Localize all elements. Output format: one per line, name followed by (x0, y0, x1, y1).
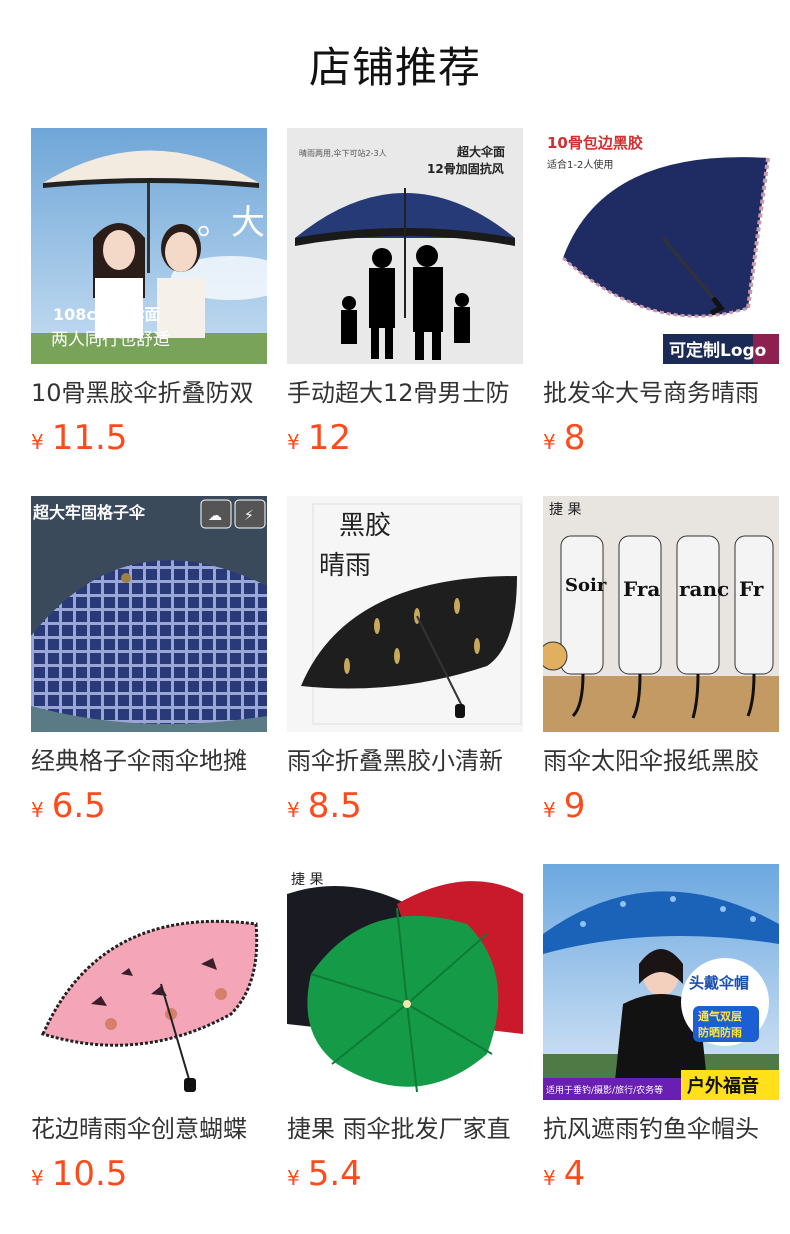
image-caption: 适合1-2人使用 (547, 158, 613, 171)
svg-text:☁: ☁ (208, 508, 222, 524)
product-card[interactable]: 晴雨两用,伞下可站2-3人 超大伞面 12骨加固抗风 手动超大12骨男士防 ¥ … (287, 128, 523, 458)
brand-logo: 捷 果 (549, 502, 581, 518)
image-caption: 。大 (197, 203, 265, 243)
image-caption: 超大牢固格子伞 (32, 503, 146, 522)
product-image[interactable]: 晴雨两用,伞下可站2-3人 超大伞面 12骨加固抗风 (287, 128, 523, 364)
product-card[interactable]: 花边晴雨伞创意蝴蝶 ¥ 10.5 (31, 864, 267, 1194)
product-price: ¥ 5.4 (287, 1154, 523, 1194)
image-caption: 户外福音 (687, 1075, 759, 1097)
brand-logo: 捷 果 (291, 872, 323, 888)
svg-text:⚡: ⚡ (244, 508, 254, 524)
product-price: ¥ 8 (543, 418, 779, 458)
product-card[interactable]: ☁ ⚡ 超大牢固格子伞 经典格子伞雨伞地摊 ¥ 6.5 (31, 496, 267, 826)
price-value: 9 (563, 786, 586, 826)
product-name[interactable]: 雨伞太阳伞报纸黑胶 (543, 746, 779, 776)
product-name[interactable]: 抗风遮雨钓鱼伞帽头 (543, 1114, 779, 1144)
currency-symbol: ¥ (543, 798, 556, 822)
product-name[interactable]: 批发伞大号商务晴雨 (543, 378, 779, 408)
product-image[interactable]: Soir Fra ranc Fr 捷 果 (543, 496, 779, 732)
product-price: ¥ 8.5 (287, 786, 523, 826)
product-card[interactable]: 10骨包边黑胶 适合1-2人使用 可定制Logo 批发伞大号商务晴雨 ¥ 8 (543, 128, 779, 458)
price-value: 4 (563, 1154, 586, 1194)
currency-symbol: ¥ (287, 798, 300, 822)
product-price: ¥ 4 (543, 1154, 779, 1194)
currency-symbol: ¥ (287, 1166, 300, 1190)
product-card[interactable]: 捷 果 捷果 雨伞批发厂家直 ¥ 5.4 (287, 864, 523, 1194)
svg-text:Fr: Fr (739, 577, 764, 601)
currency-symbol: ¥ (543, 1166, 556, 1190)
product-image[interactable] (31, 864, 267, 1100)
svg-text:Soir: Soir (565, 575, 607, 596)
product-price: ¥ 12 (287, 418, 523, 458)
product-image[interactable]: ☁ ⚡ 超大牢固格子伞 (31, 496, 267, 732)
product-name[interactable]: 10骨黑胶伞折叠防双 (31, 378, 267, 408)
image-caption: 12骨加固抗风 (427, 161, 504, 176)
product-card[interactable]: 黑胶 晴雨 雨伞折叠黑胶小清新 ¥ 8.5 (287, 496, 523, 826)
price-value: 10.5 (51, 1154, 128, 1194)
product-card[interactable]: Soir Fra ranc Fr 捷 果 雨伞太阳伞报纸黑胶 ¥ 9 (543, 496, 779, 826)
product-image[interactable]: 黑胶 晴雨 (287, 496, 523, 732)
image-caption: 通气双层 (698, 1009, 742, 1023)
currency-symbol: ¥ (543, 430, 556, 454)
price-value: 6.5 (51, 786, 106, 826)
image-caption: 晴雨 (319, 551, 371, 581)
product-price: ¥ 10.5 (31, 1154, 267, 1194)
image-caption: 108cm大伞面 (53, 305, 161, 324)
image-caption: 适用于垂钓/摄影/旅行/农务等 (546, 1084, 663, 1096)
product-name[interactable]: 雨伞折叠黑胶小清新 (287, 746, 523, 776)
product-name[interactable]: 花边晴雨伞创意蝴蝶 (31, 1114, 267, 1144)
product-grid: 108cm大伞面 两人同行也舒适 。大 10骨黑胶伞折叠防双 ¥ 11.5 晴雨… (0, 128, 790, 1234)
image-caption: 可定制Logo (669, 340, 766, 361)
product-name[interactable]: 经典格子伞雨伞地摊 (31, 746, 267, 776)
image-caption: 头戴伞帽 (689, 974, 749, 992)
product-image[interactable]: 10骨包边黑胶 适合1-2人使用 可定制Logo (543, 128, 779, 364)
image-caption: 防晒防雨 (698, 1025, 742, 1039)
product-card[interactable]: 108cm大伞面 两人同行也舒适 。大 10骨黑胶伞折叠防双 ¥ 11.5 (31, 128, 267, 458)
product-image[interactable]: 108cm大伞面 两人同行也舒适 。大 (31, 128, 267, 364)
product-price: ¥ 9 (543, 786, 779, 826)
svg-text:ranc: ranc (679, 577, 729, 601)
product-name[interactable]: 捷果 雨伞批发厂家直 (287, 1114, 523, 1144)
price-value: 11.5 (51, 418, 128, 458)
image-caption: 黑胶 (339, 511, 391, 541)
product-name[interactable]: 手动超大12骨男士防 (287, 378, 523, 408)
price-value: 5.4 (307, 1154, 362, 1194)
product-card[interactable]: 头戴伞帽 通气双层 防晒防雨 适用于垂钓/摄影/旅行/农务等 户外福音 抗风遮雨… (543, 864, 779, 1194)
currency-symbol: ¥ (287, 430, 300, 454)
currency-symbol: ¥ (31, 798, 44, 822)
image-caption: 晴雨两用,伞下可站2-3人 (299, 148, 387, 158)
svg-text:Fra: Fra (623, 577, 660, 601)
product-price: ¥ 6.5 (31, 786, 267, 826)
currency-symbol: ¥ (31, 1166, 44, 1190)
price-value: 8.5 (307, 786, 362, 826)
price-value: 12 (307, 418, 351, 458)
product-image[interactable]: 捷 果 (287, 864, 523, 1100)
page-title: 店铺推荐 (308, 42, 481, 92)
image-caption: 超大伞面 (456, 144, 505, 159)
currency-symbol: ¥ (31, 430, 44, 454)
image-caption: 两人同行也舒适 (51, 330, 170, 350)
product-image[interactable]: 头戴伞帽 通气双层 防晒防雨 适用于垂钓/摄影/旅行/农务等 户外福音 (543, 864, 779, 1100)
image-caption: 10骨包边黑胶 (547, 134, 643, 152)
price-value: 8 (563, 418, 586, 458)
product-price: ¥ 11.5 (31, 418, 267, 458)
